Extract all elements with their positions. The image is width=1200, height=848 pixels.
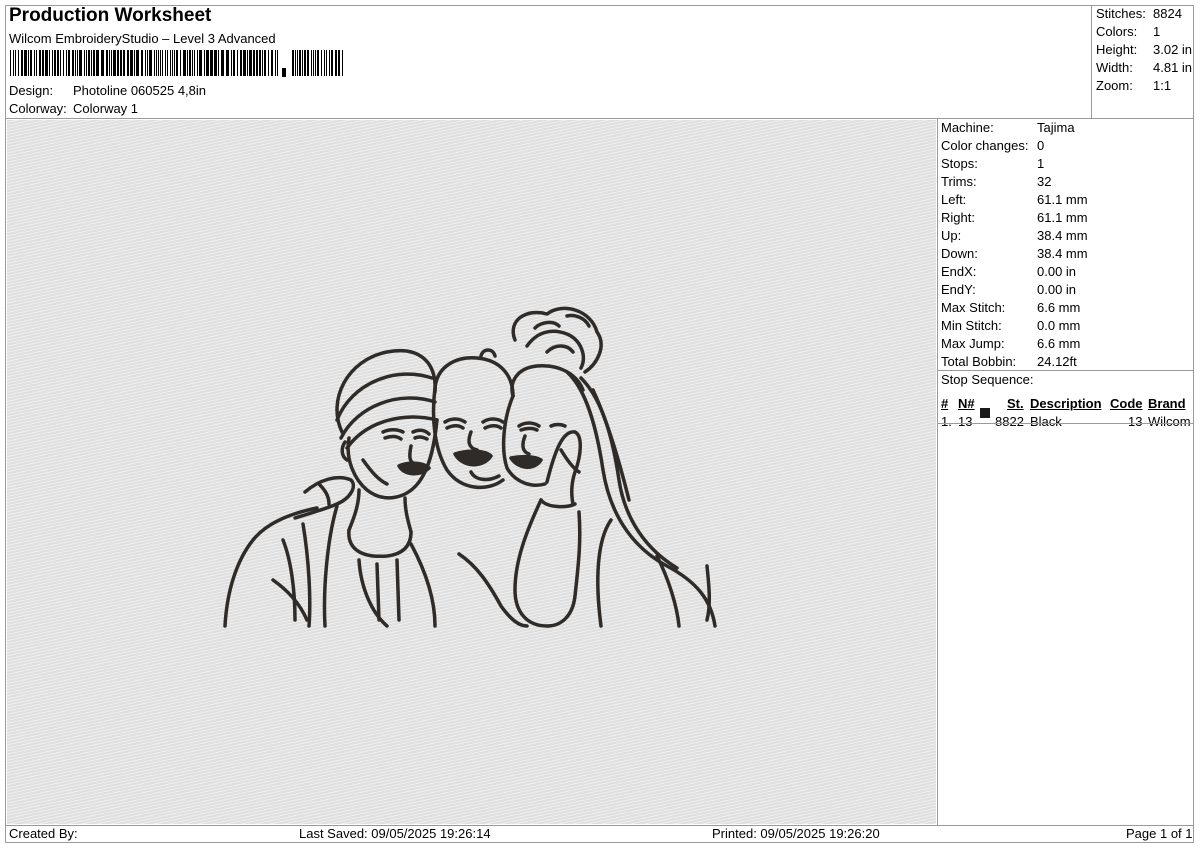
design-row: Design: Photoline 060525 4,8in: [9, 83, 206, 98]
stop-row-code: 13: [1128, 414, 1143, 429]
right-row: Right: 61.1 mm: [941, 210, 1088, 225]
max-stitch-row: Max Stitch: 6.6 mm: [941, 300, 1080, 315]
stop-sequence-title: Stop Sequence:: [941, 372, 1034, 387]
stop-row-n: 13: [958, 414, 973, 429]
colors-value: 1: [1153, 24, 1161, 39]
left-row: Left: 61.1 mm: [941, 192, 1088, 207]
trims-label: Trims:: [941, 174, 977, 189]
software-name: Wilcom EmbroideryStudio – Level 3 Advanc…: [9, 31, 276, 46]
up-label: Up:: [941, 228, 962, 243]
trims-value: 32: [1037, 174, 1052, 189]
stitches-label: Stitches:: [1096, 6, 1146, 21]
trims-row: Trims: 32: [941, 174, 1051, 189]
endy-row: EndY: 0.00 in: [941, 282, 1076, 297]
stops-row: Stops: 1: [941, 156, 1044, 171]
right-value: 61.1 mm: [1037, 210, 1088, 225]
color-changes-value: 0: [1037, 138, 1045, 153]
max-jump-label: Max Jump:: [941, 336, 1005, 351]
zoom-label: Zoom:: [1096, 78, 1133, 93]
design-preview: [7, 120, 936, 824]
up-row: Up: 38.4 mm: [941, 228, 1088, 243]
stop-row-divider: [938, 423, 1194, 424]
machine-label: Machine:: [941, 120, 994, 135]
min-stitch-label: Min Stitch:: [941, 318, 1002, 333]
width-label: Width:: [1096, 60, 1133, 75]
stop-row-description: Black: [1030, 414, 1062, 429]
col-header-description: Description: [1030, 396, 1102, 411]
max-stitch-label: Max Stitch:: [941, 300, 1006, 315]
colorway-value: Colorway 1: [73, 101, 139, 116]
page-title: Production Worksheet: [9, 5, 212, 26]
stops-value: 1: [1037, 156, 1045, 171]
barcode-icon: [10, 50, 343, 77]
color-changes-row: Color changes: 0: [941, 138, 1044, 153]
down-label: Down:: [941, 246, 978, 261]
footer-divider: [5, 825, 1194, 826]
total-bobbin-row: Total Bobbin: 24.12ft: [941, 354, 1077, 369]
endy-label: EndY:: [941, 282, 976, 297]
zoom-value: 1:1: [1153, 78, 1172, 93]
last-saved: Last Saved: 09/05/2025 19:26:14: [299, 826, 491, 841]
width-row: Width: 4.81 in: [1096, 60, 1192, 75]
colorway-row: Colorway: Colorway 1: [9, 101, 138, 116]
max-stitch-value: 6.6 mm: [1037, 300, 1081, 315]
col-header-code: Code: [1110, 396, 1143, 411]
stops-label: Stops:: [941, 156, 978, 171]
colors-row: Colors: 1: [1096, 24, 1160, 39]
down-value: 38.4 mm: [1037, 246, 1088, 261]
design-label: Design:: [9, 83, 54, 98]
stop-row-st: 8822: [995, 414, 1024, 429]
endy-value: 0.00 in: [1037, 282, 1077, 297]
summary-panel: Stitches: 8824 Colors: 1 Height: 3.02 in Wi…: [1091, 5, 1194, 118]
left-label: Left:: [941, 192, 967, 207]
col-header-num: #: [941, 396, 949, 411]
colorway-label: Colorway:: [9, 101, 67, 116]
max-jump-value: 6.6 mm: [1037, 336, 1081, 351]
min-stitch-row: Min Stitch: 0.0 mm: [941, 318, 1080, 333]
stop-row-brand: Wilcom: [1148, 414, 1191, 429]
height-value: 3.02 in: [1153, 42, 1193, 57]
height-label: Height:: [1096, 42, 1138, 57]
machine-value: Tajima: [1037, 120, 1075, 135]
stitches-value: 8824: [1153, 6, 1182, 21]
min-stitch-value: 0.0 mm: [1037, 318, 1081, 333]
down-row: Down: 38.4 mm: [941, 246, 1088, 261]
total-bobbin-value: 24.12ft: [1037, 354, 1077, 369]
colors-label: Colors:: [1096, 24, 1138, 39]
zoom-row: Zoom: 1:1: [1096, 78, 1171, 93]
col-header-n: N#: [958, 396, 975, 411]
right-label: Right:: [941, 210, 975, 225]
created-by: Created By:: [9, 826, 78, 841]
machine-info-panel: Machine: Tajima Color changes: 0 Stops: 1 T…: [937, 119, 1194, 825]
col-header-brand: Brand: [1148, 396, 1186, 411]
color-changes-label: Color changes:: [941, 138, 1029, 153]
endx-row: EndX: 0.00 in: [941, 264, 1076, 279]
height-row: Height: 3.02 in: [1096, 42, 1192, 57]
machine-row: Machine: Tajima: [941, 120, 1075, 135]
page-number: Page 1 of 1: [1126, 826, 1193, 841]
left-value: 61.1 mm: [1037, 192, 1088, 207]
endx-value: 0.00 in: [1037, 264, 1077, 279]
endx-label: EndX:: [941, 264, 977, 279]
max-jump-row: Max Jump: 6.6 mm: [941, 336, 1080, 351]
up-value: 38.4 mm: [1037, 228, 1088, 243]
stop-row-num: 1.: [941, 414, 952, 429]
color-swatch: [980, 408, 990, 418]
width-value: 4.81 in: [1153, 60, 1193, 75]
total-bobbin-label: Total Bobbin:: [941, 354, 1017, 369]
printed-timestamp: Printed: 09/05/2025 19:26:20: [712, 826, 880, 841]
embroidery-line-art-three-women-icon: [223, 306, 717, 628]
stop-sequence-divider: [938, 370, 1194, 371]
col-header-st: St.: [1007, 396, 1024, 411]
design-value: Photoline 060525 4,8in: [73, 83, 207, 98]
stitches-row: Stitches: 8824: [1096, 6, 1182, 21]
